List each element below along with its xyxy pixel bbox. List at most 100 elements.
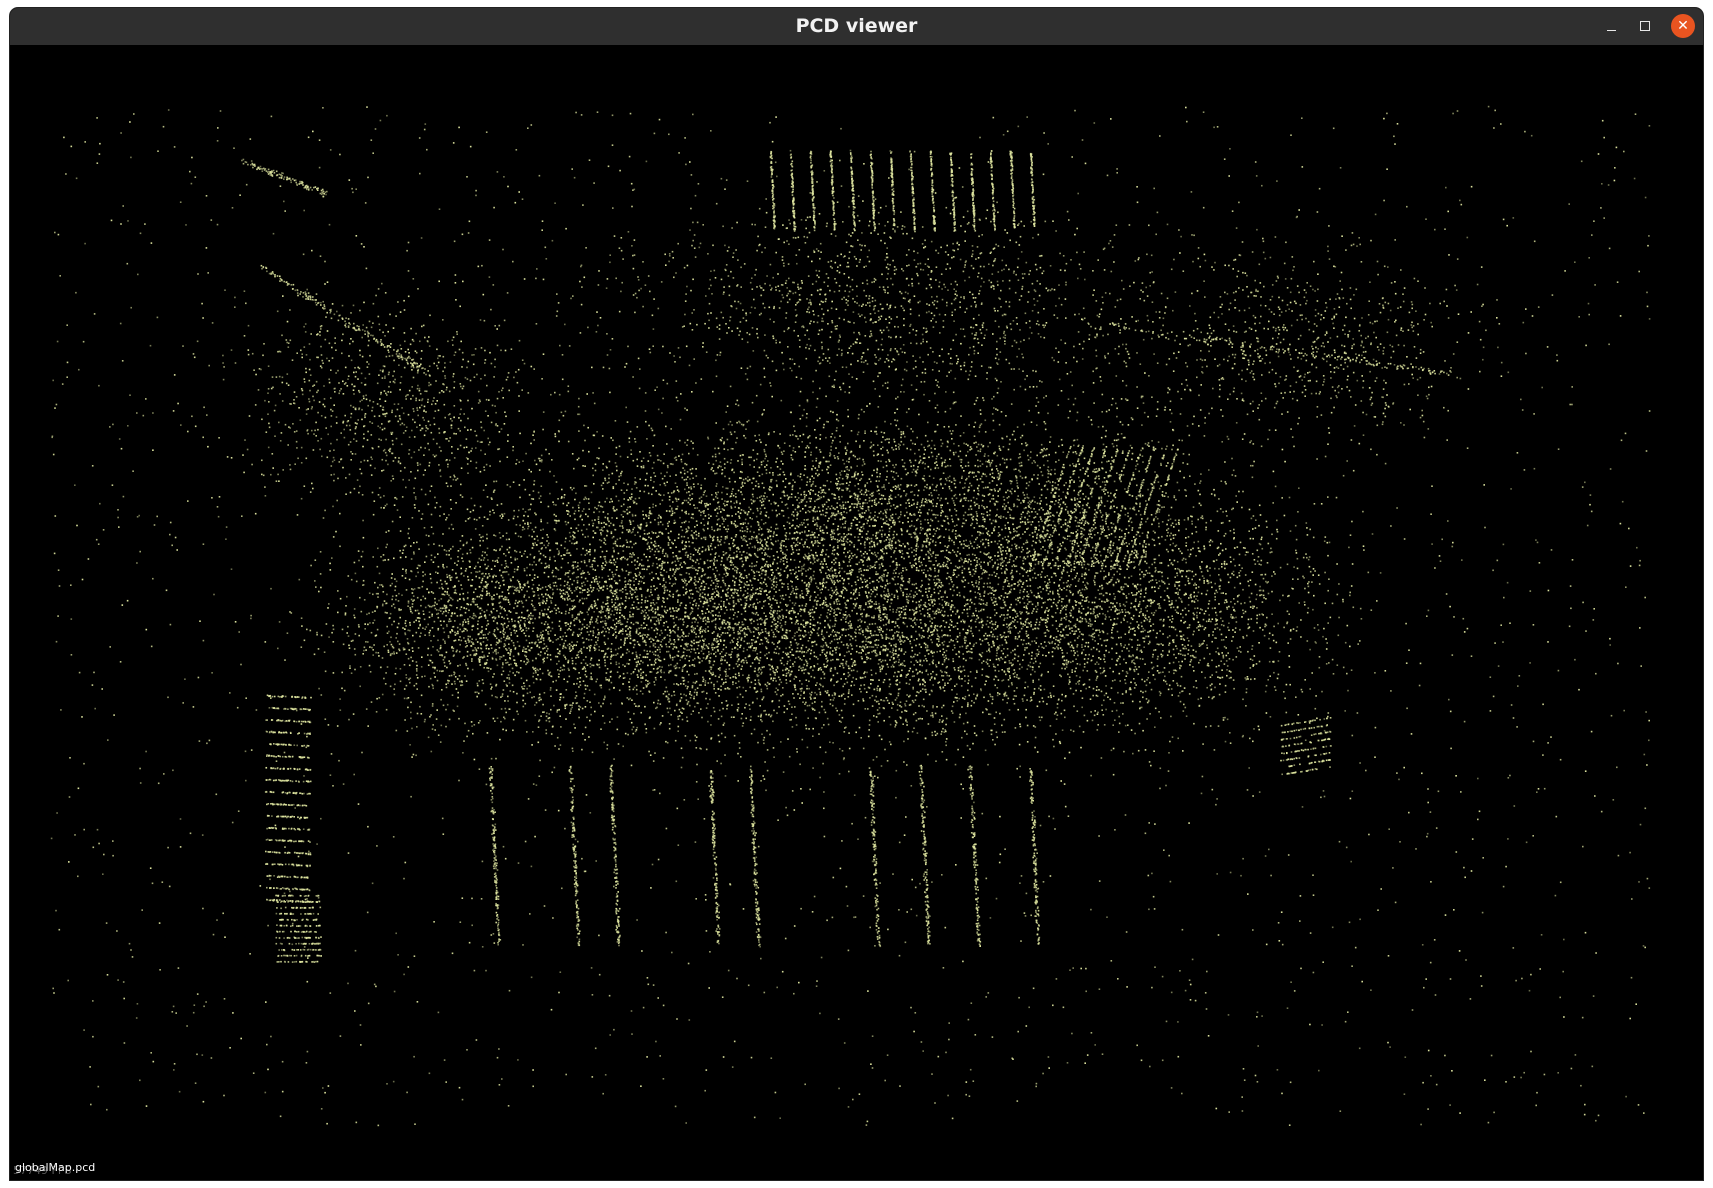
- cloud-point: [866, 614, 868, 616]
- cloud-point: [1021, 586, 1023, 588]
- cloud-point: [750, 632, 752, 634]
- cloud-point: [983, 586, 985, 588]
- cloud-point: [542, 673, 544, 675]
- cloud-point: [904, 636, 906, 638]
- cloud-point: [659, 634, 661, 636]
- cloud-point: [888, 619, 890, 621]
- cloud-point: [773, 595, 775, 597]
- cloud-point: [860, 605, 862, 607]
- cloud-point: [814, 677, 816, 679]
- cloud-point: [829, 614, 831, 616]
- cloud-point: [898, 695, 900, 697]
- cloud-point: [543, 545, 545, 547]
- cloud-point: [862, 677, 864, 679]
- cloud-point: [882, 631, 884, 633]
- cloud-point: [397, 627, 399, 629]
- cloud-point: [934, 731, 936, 733]
- cloud-point: [948, 545, 950, 547]
- cloud-point: [554, 528, 556, 530]
- cloud-point: [645, 656, 647, 658]
- cloud-point: [1351, 585, 1353, 587]
- cloud-point: [751, 682, 753, 684]
- point-cloud-viewport[interactable]: 57749 FPS globalMap.pcd: [10, 45, 1703, 1180]
- cloud-point: [677, 636, 679, 638]
- cloud-point: [710, 669, 712, 671]
- cloud-point: [827, 665, 829, 667]
- cloud-point: [801, 566, 803, 568]
- cloud-point: [1045, 625, 1047, 627]
- cloud-point: [942, 664, 944, 666]
- cloud-point: [1211, 683, 1213, 685]
- title-bar[interactable]: PCD viewer ✕: [10, 8, 1703, 46]
- cloud-point: [788, 701, 790, 703]
- cloud-point: [846, 534, 848, 536]
- cloud-point: [753, 635, 755, 637]
- cloud-point: [873, 635, 875, 637]
- cloud-point: [645, 684, 647, 686]
- cloud-point: [1141, 622, 1143, 624]
- cloud-point: [654, 589, 656, 591]
- cloud-point: [627, 583, 629, 585]
- cloud-point: [893, 676, 895, 678]
- cloud-point: [1128, 632, 1130, 634]
- point-cloud-render[interactable]: [10, 45, 1703, 1180]
- cloud-point: [929, 679, 931, 681]
- cloud-point: [374, 620, 376, 622]
- cloud-point: [1039, 716, 1041, 718]
- cloud-point: [896, 676, 898, 678]
- cloud-point: [821, 633, 823, 635]
- cloud-point: [638, 657, 640, 659]
- cloud-point: [583, 582, 585, 584]
- cloud-point: [968, 547, 970, 549]
- cloud-point: [651, 594, 653, 596]
- cloud-point: [1090, 608, 1092, 610]
- cloud-point: [758, 672, 760, 674]
- cloud-point: [1187, 580, 1189, 582]
- cloud-point: [763, 622, 765, 624]
- cloud-point: [973, 645, 975, 647]
- cloud-point: [989, 622, 991, 624]
- cloud-point: [865, 644, 867, 646]
- cloud-point: [664, 555, 666, 557]
- cloud-point: [940, 670, 942, 672]
- cloud-point: [1090, 550, 1092, 552]
- cloud-point: [921, 637, 923, 639]
- cloud-point: [826, 616, 828, 618]
- cloud-point: [575, 657, 577, 659]
- cloud-point: [836, 659, 838, 661]
- cloud-point: [920, 586, 922, 588]
- minimize-button[interactable]: [1599, 14, 1623, 38]
- cloud-point: [964, 731, 966, 733]
- cloud-point: [440, 580, 442, 582]
- cloud-point: [800, 630, 802, 632]
- cloud-point: [1072, 661, 1074, 663]
- cloud-point: [773, 588, 775, 590]
- maximize-button[interactable]: [1633, 14, 1657, 38]
- cloud-point: [900, 616, 902, 618]
- cloud-point: [853, 670, 855, 672]
- cloud-point: [972, 635, 974, 637]
- cloud-point: [915, 631, 917, 633]
- cloud-point: [658, 545, 660, 547]
- cloud-point: [793, 654, 795, 656]
- cloud-point: [981, 621, 983, 623]
- cloud-point: [1325, 638, 1327, 640]
- cloud-point: [746, 662, 748, 664]
- cloud-point: [677, 601, 679, 603]
- cloud-point: [1124, 615, 1126, 617]
- cloud-point: [1015, 636, 1017, 638]
- cloud-point: [713, 610, 715, 612]
- cloud-point: [946, 738, 948, 740]
- close-button[interactable]: ✕: [1671, 14, 1695, 38]
- cloud-point: [969, 606, 971, 608]
- cloud-point: [913, 714, 915, 716]
- cloud-point: [1173, 654, 1175, 656]
- cloud-point: [1304, 604, 1306, 606]
- cloud-point: [571, 650, 573, 652]
- cloud-point: [866, 656, 868, 658]
- cloud-point: [979, 659, 981, 661]
- cloud-point: [672, 543, 674, 545]
- cloud-point: [575, 691, 577, 693]
- cloud-point: [975, 621, 977, 623]
- cloud-point: [926, 650, 928, 652]
